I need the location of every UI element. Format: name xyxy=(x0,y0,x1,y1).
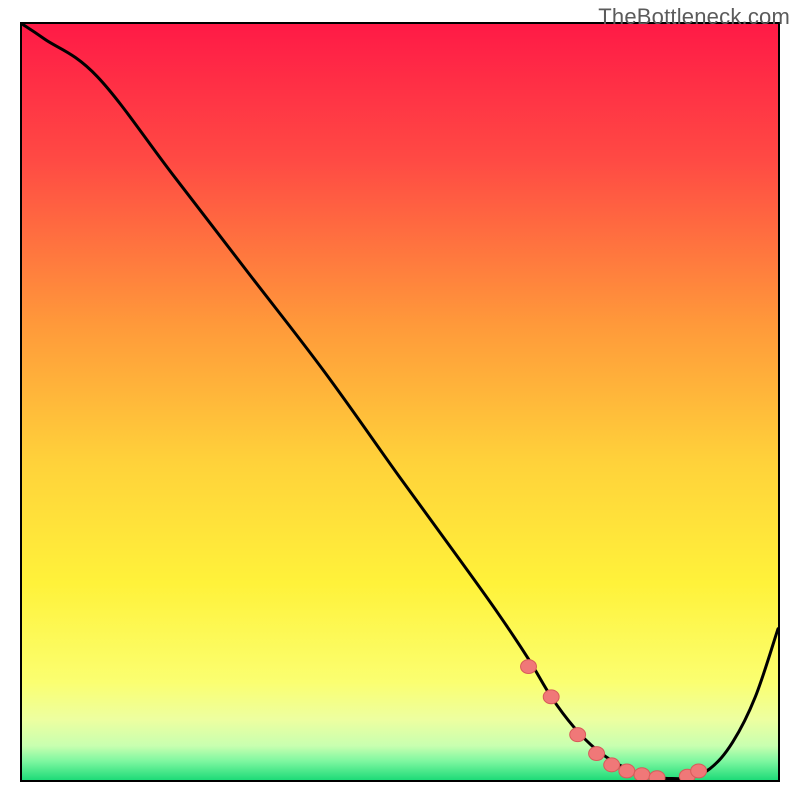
chart-stage: TheBottleneck.com xyxy=(0,0,800,800)
bottleneck-marker xyxy=(634,768,650,780)
gradient-background xyxy=(22,24,778,780)
bottleneck-marker xyxy=(521,660,537,674)
bottleneck-marker xyxy=(604,758,620,772)
bottleneck-marker xyxy=(691,764,707,778)
plot-area xyxy=(20,22,780,782)
bottleneck-marker xyxy=(649,771,665,780)
bottleneck-marker xyxy=(589,747,605,761)
bottleneck-marker xyxy=(619,764,635,778)
bottleneck-marker xyxy=(543,690,559,704)
bottleneck-marker xyxy=(570,728,586,742)
watermark-label: TheBottleneck.com xyxy=(598,4,790,30)
chart-svg xyxy=(22,24,778,780)
